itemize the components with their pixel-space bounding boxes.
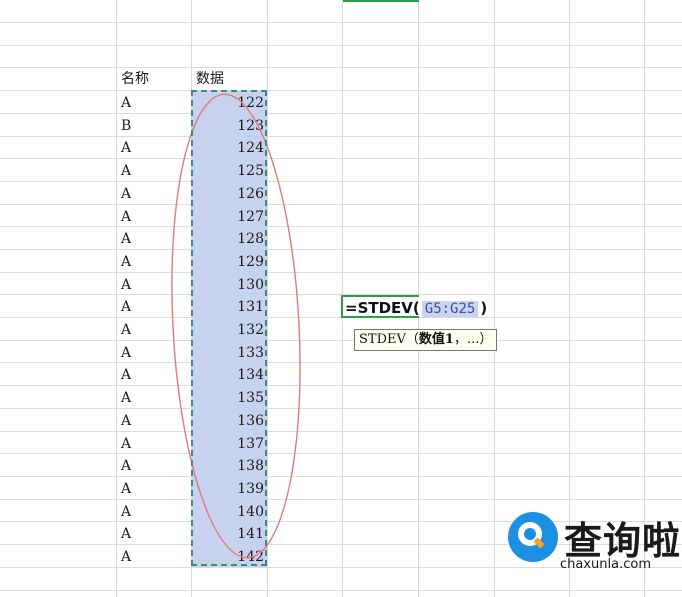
function-tooltip: STDEV（数值1，...） bbox=[354, 329, 498, 351]
red-ellipse-mark bbox=[171, 93, 301, 559]
tooltip-function: STDEV（ bbox=[359, 332, 419, 347]
tooltip-rest: ，...） bbox=[453, 332, 493, 347]
magnifier-handle-icon bbox=[533, 537, 545, 549]
formula-range-reference: G5:G25 bbox=[421, 301, 479, 317]
formula-prefix: =STDEV( bbox=[345, 299, 420, 317]
magnifier-icon bbox=[508, 512, 558, 562]
watermark-logo: 查询啦 chaxunla.com bbox=[508, 512, 682, 597]
formula-suffix: ) bbox=[480, 299, 488, 317]
spreadsheet-grid[interactable]: 名称 数据 A 122 B 123 A 124 A 125 A 126 A 127 A 128 A 129 A 1… bbox=[0, 0, 682, 597]
formula-text[interactable]: =STDEV(G5:G25) bbox=[345, 297, 487, 320]
tooltip-argument: 数值1 bbox=[418, 332, 454, 347]
watermark-domain: chaxunla.com bbox=[560, 557, 651, 572]
